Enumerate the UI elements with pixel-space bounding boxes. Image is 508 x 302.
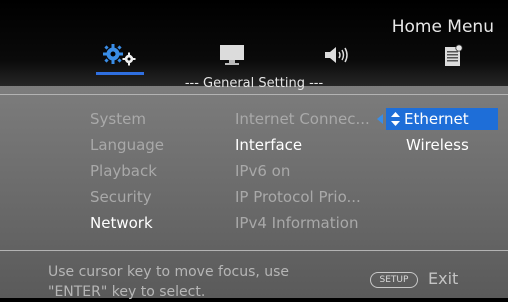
category-system[interactable]: System xyxy=(90,109,164,135)
category-security[interactable]: Security xyxy=(90,187,164,213)
up-down-arrow-icon xyxy=(391,112,400,126)
item-ip-protocol-priority[interactable]: IP Protocol Prio... xyxy=(235,187,370,213)
option-ethernet[interactable]: Ethernet xyxy=(386,108,498,130)
divider xyxy=(0,250,508,251)
settings-screen: Home Menu --- General Setting --- System… xyxy=(0,0,508,300)
category-playback[interactable]: Playback xyxy=(90,161,164,187)
category-list: System Language Playback Security Networ… xyxy=(90,109,164,239)
option-ethernet-label: Ethernet xyxy=(404,110,469,128)
item-ipv4-information[interactable]: IPv4 Information xyxy=(235,213,370,239)
category-network[interactable]: Network xyxy=(90,213,164,239)
item-interface[interactable]: Interface xyxy=(235,135,370,161)
item-ipv6[interactable]: IPv6 on xyxy=(235,161,370,187)
section-title: --- General Setting --- xyxy=(184,76,324,91)
option-wireless[interactable]: Wireless xyxy=(406,135,469,155)
selected-tab-indicator xyxy=(96,72,144,75)
left-arrow-icon xyxy=(377,114,383,124)
settings-gear-icon[interactable] xyxy=(103,44,137,66)
menu-title: Home Menu xyxy=(391,17,494,37)
exit-label[interactable]: Exit xyxy=(428,269,458,288)
speaker-icon[interactable] xyxy=(323,44,351,66)
divider xyxy=(0,94,508,95)
setup-key-badge: SETUP xyxy=(370,272,418,288)
monitor-icon[interactable] xyxy=(219,44,245,66)
item-internet-connection[interactable]: Internet Connec... xyxy=(235,109,370,135)
info-document-icon[interactable] xyxy=(441,44,465,68)
help-text: Use cursor key to move focus, use "ENTER… xyxy=(48,264,290,300)
top-bar: Home Menu xyxy=(0,0,508,86)
category-language[interactable]: Language xyxy=(90,135,164,161)
network-settings-list: Internet Connec... Interface IPv6 on IP … xyxy=(235,109,370,239)
